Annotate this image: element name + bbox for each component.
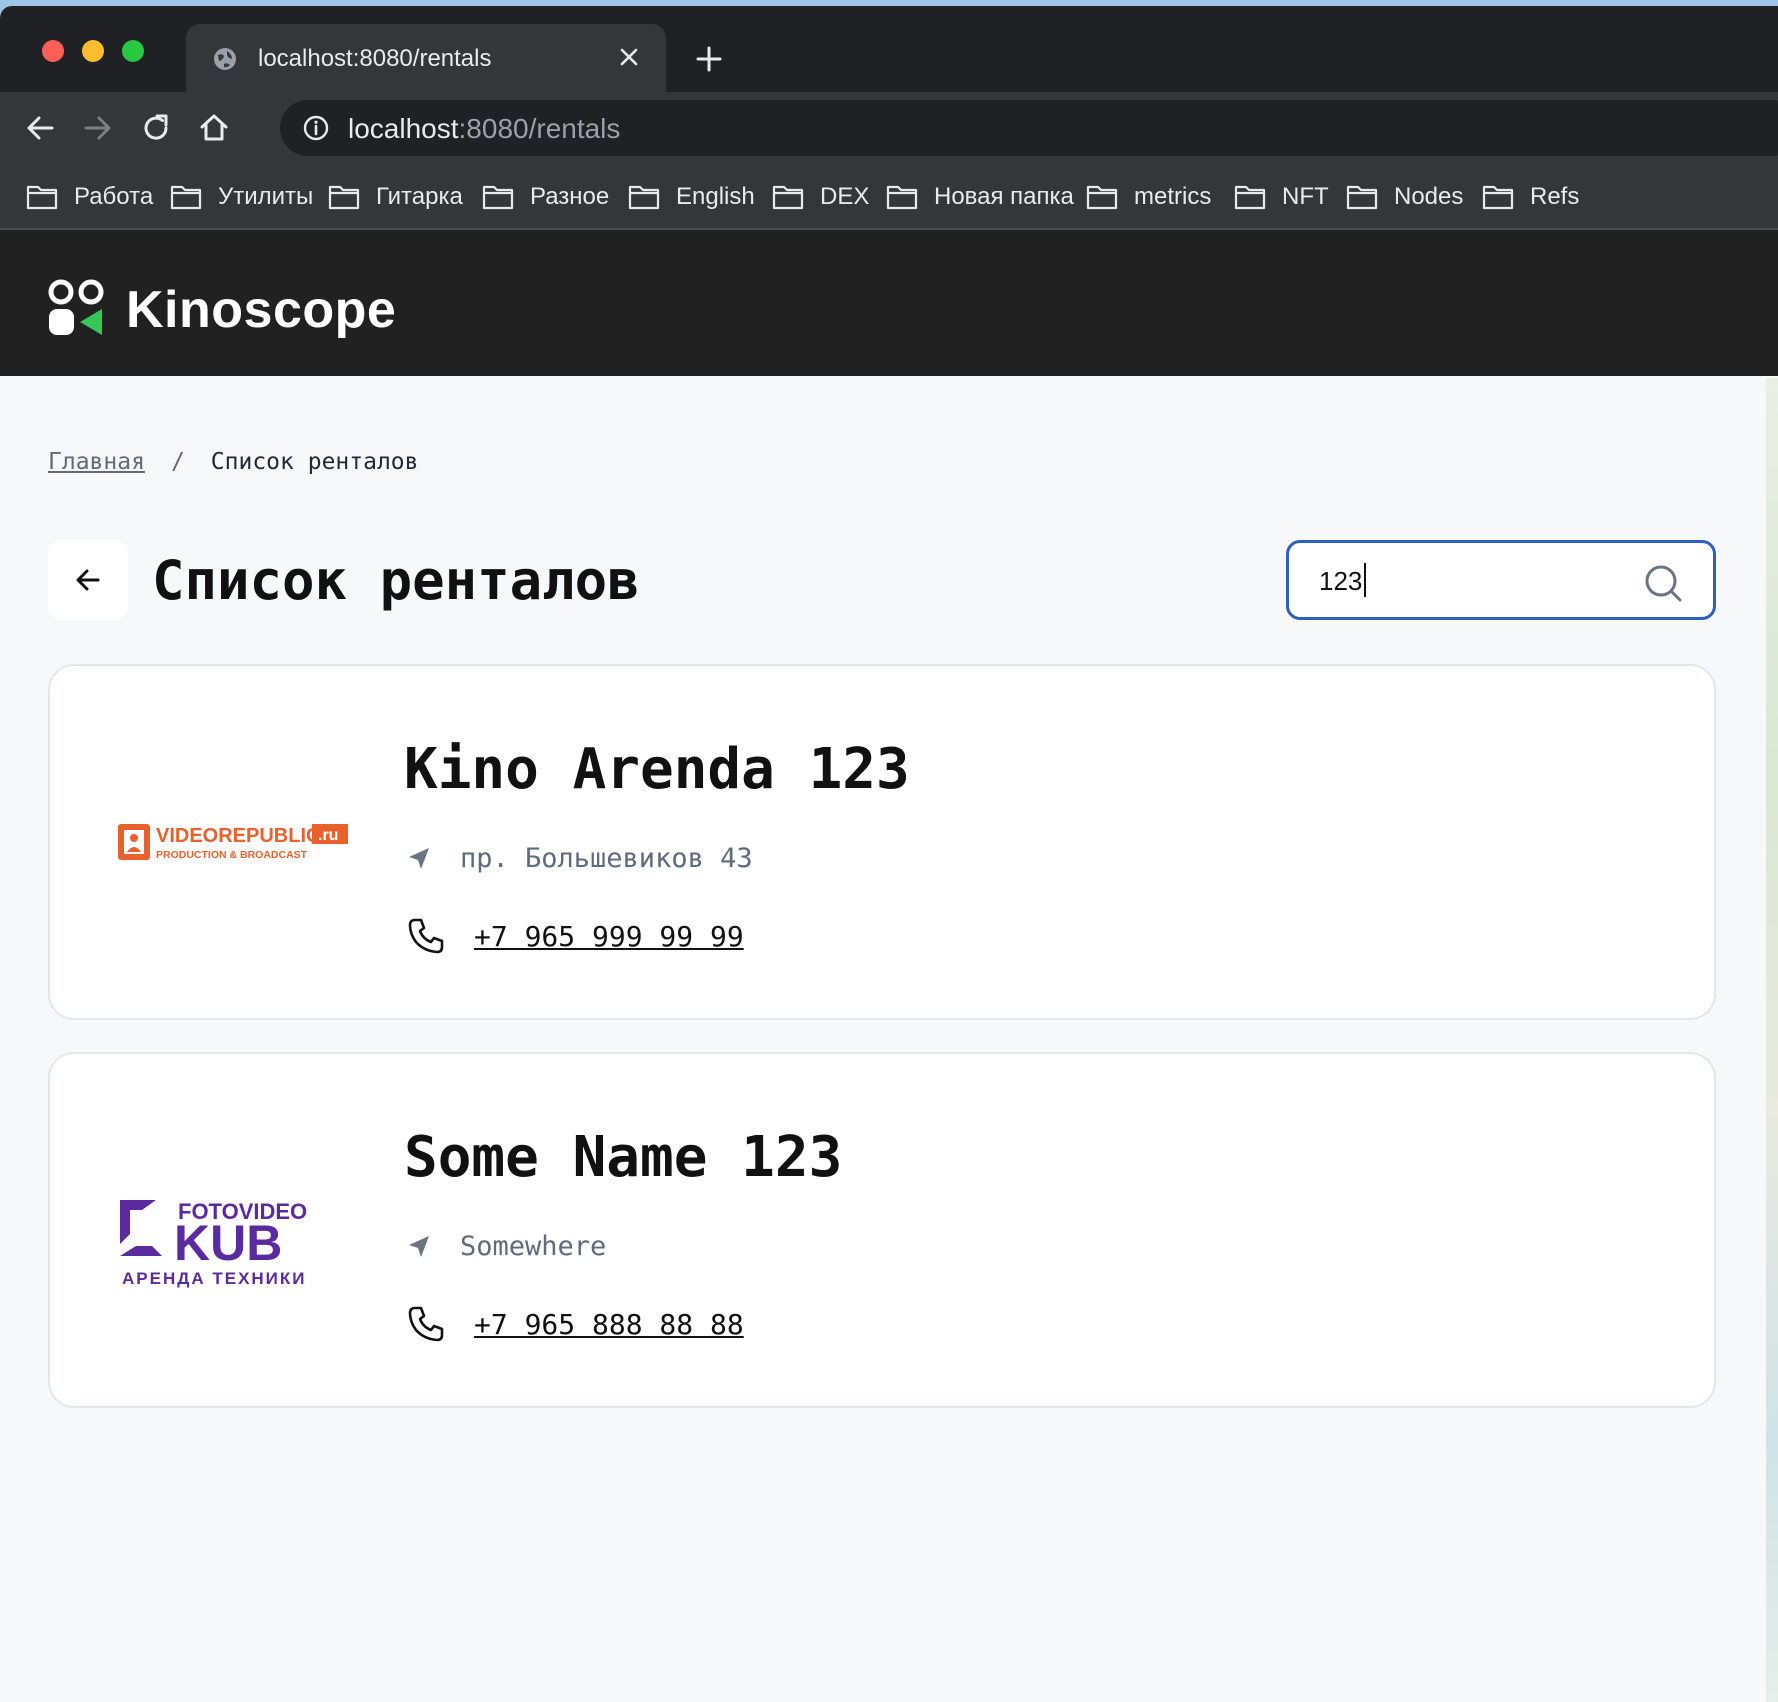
rental-phone-link[interactable]: +7 965 999 99 99 bbox=[474, 920, 744, 954]
folder-icon bbox=[772, 185, 804, 210]
bookmark-label: Гитарка bbox=[376, 183, 463, 210]
arrow-left-icon bbox=[76, 569, 100, 591]
phone-icon bbox=[408, 918, 444, 954]
tab-title: localhost:8080/rentals bbox=[258, 45, 492, 72]
new-tab-icon[interactable] bbox=[694, 44, 724, 74]
close-tab-icon[interactable] bbox=[616, 44, 642, 70]
logo-text: KUB bbox=[174, 1215, 282, 1271]
address-bar[interactable]: localhost:8080/rentals bbox=[280, 100, 1778, 156]
folder-icon bbox=[1086, 185, 1118, 210]
bookmark-label: Утилиты bbox=[218, 183, 314, 210]
logo-subtext: АРЕНДА ТЕХНИКИ bbox=[122, 1269, 307, 1288]
breadcrumb-current: Список ренталов bbox=[210, 449, 419, 475]
forward-arrow-icon[interactable] bbox=[80, 110, 116, 146]
bookmark-folder[interactable]: Работа bbox=[26, 182, 153, 212]
logo-badge: .ru bbox=[318, 827, 338, 844]
bookmark-folder[interactable]: Refs bbox=[1482, 182, 1579, 212]
url-text: localhost:8080/rentals bbox=[348, 114, 620, 144]
bookmark-label: English bbox=[676, 183, 755, 210]
location-arrow-icon bbox=[409, 1236, 429, 1257]
bookmark-folder[interactable]: Nodes bbox=[1346, 182, 1463, 212]
folder-icon bbox=[170, 185, 202, 210]
logo-subtext: PRODUCTION & BROADCAST bbox=[156, 849, 308, 861]
rental-phone-link[interactable]: +7 965 888 88 88 bbox=[474, 1308, 744, 1342]
folder-icon bbox=[886, 185, 918, 210]
search-box[interactable] bbox=[1286, 540, 1716, 620]
breadcrumb-separator: / bbox=[170, 449, 185, 475]
bookmark-label: Работа bbox=[74, 183, 154, 210]
browser-window: localhost:8080/rentals localhost:8080/re… bbox=[0, 6, 1778, 1702]
folder-icon bbox=[328, 185, 360, 210]
breadcrumb-home-link[interactable]: Главная bbox=[48, 449, 145, 475]
bookmark-folder[interactable]: Разное bbox=[482, 182, 609, 212]
browser-tab[interactable]: localhost:8080/rentals bbox=[186, 24, 666, 92]
fotovideo-kub-logo-image: FOTOVIDEO KUB АРЕНДА ТЕХНИКИ bbox=[120, 1199, 307, 1288]
location-arrow-icon bbox=[409, 848, 429, 869]
rental-name[interactable]: Some Name 123 bbox=[404, 1126, 842, 1190]
bookmark-label: DEX bbox=[820, 183, 870, 210]
breadcrumb: Главная / Список ренталов bbox=[48, 448, 419, 476]
bookmark-folder[interactable]: English bbox=[628, 182, 755, 212]
folder-icon bbox=[1482, 185, 1514, 210]
bookmark-folder[interactable]: Гитарка bbox=[328, 182, 463, 212]
bookmark-folder[interactable]: metrics bbox=[1086, 182, 1211, 212]
globe-icon bbox=[214, 48, 236, 70]
home-icon[interactable] bbox=[196, 110, 232, 146]
back-button[interactable] bbox=[48, 540, 128, 620]
logo-text: VIDEOREPUBLIC bbox=[156, 825, 320, 847]
folder-icon bbox=[26, 185, 58, 210]
tab-strip: localhost:8080/rentals bbox=[0, 6, 1778, 92]
browser-toolbar: localhost:8080/rentals bbox=[0, 92, 1778, 164]
kinoscope-logo-icon[interactable] bbox=[48, 278, 108, 338]
rental-card[interactable]: VIDEOREPUBLIC .ru PRODUCTION & BROADCAST… bbox=[48, 664, 1716, 1020]
bookmark-label: Новая папка bbox=[934, 183, 1074, 210]
folder-icon bbox=[482, 185, 514, 210]
search-icon[interactable] bbox=[1643, 563, 1683, 603]
videorepublic-logo-image: VIDEOREPUBLIC .ru PRODUCTION & BROADCAST bbox=[118, 824, 348, 861]
reload-icon[interactable] bbox=[138, 110, 174, 146]
rental-address: пр. Большевиков 43 bbox=[460, 843, 753, 874]
url-host: localhost bbox=[348, 113, 459, 144]
bookmark-label: NFT bbox=[1282, 183, 1329, 210]
folder-icon bbox=[1346, 185, 1378, 210]
bookmark-label: metrics bbox=[1134, 183, 1212, 210]
bookmark-folder[interactable]: Утилиты bbox=[170, 182, 313, 212]
bookmark-folder[interactable]: NFT bbox=[1234, 182, 1329, 212]
phone-icon bbox=[408, 1306, 444, 1342]
brand-name[interactable]: Kinoscope bbox=[126, 282, 396, 338]
site-info-icon[interactable] bbox=[302, 114, 330, 142]
site-header: Kinoscope bbox=[0, 230, 1778, 376]
folder-icon bbox=[1234, 185, 1266, 210]
bookmark-label: Разное bbox=[530, 183, 610, 210]
rental-name[interactable]: Kino Arenda 123 bbox=[404, 738, 910, 802]
bookmark-folder[interactable]: DEX bbox=[772, 182, 869, 212]
text-caret bbox=[1364, 563, 1366, 597]
close-window-button[interactable] bbox=[42, 40, 64, 62]
rental-card[interactable]: FOTOVIDEO KUB АРЕНДА ТЕХНИКИ Some Name 1… bbox=[48, 1052, 1716, 1408]
rental-address: Somewhere bbox=[460, 1231, 607, 1262]
back-arrow-icon[interactable] bbox=[22, 110, 58, 146]
bookmark-folder[interactable]: Новая папка bbox=[886, 182, 1074, 212]
bookmark-label: Refs bbox=[1530, 183, 1580, 210]
bookmarks-bar: Работа Утилиты Гитарка Разное English DE… bbox=[0, 164, 1778, 230]
background-map-strip bbox=[1766, 378, 1778, 1702]
minimize-window-button[interactable] bbox=[82, 40, 104, 62]
url-path: :8080/rentals bbox=[458, 113, 621, 144]
bookmark-label: Nodes bbox=[1394, 183, 1464, 210]
maximize-window-button[interactable] bbox=[122, 40, 144, 62]
page-title: Список ренталов bbox=[152, 549, 640, 612]
folder-icon bbox=[628, 185, 660, 210]
